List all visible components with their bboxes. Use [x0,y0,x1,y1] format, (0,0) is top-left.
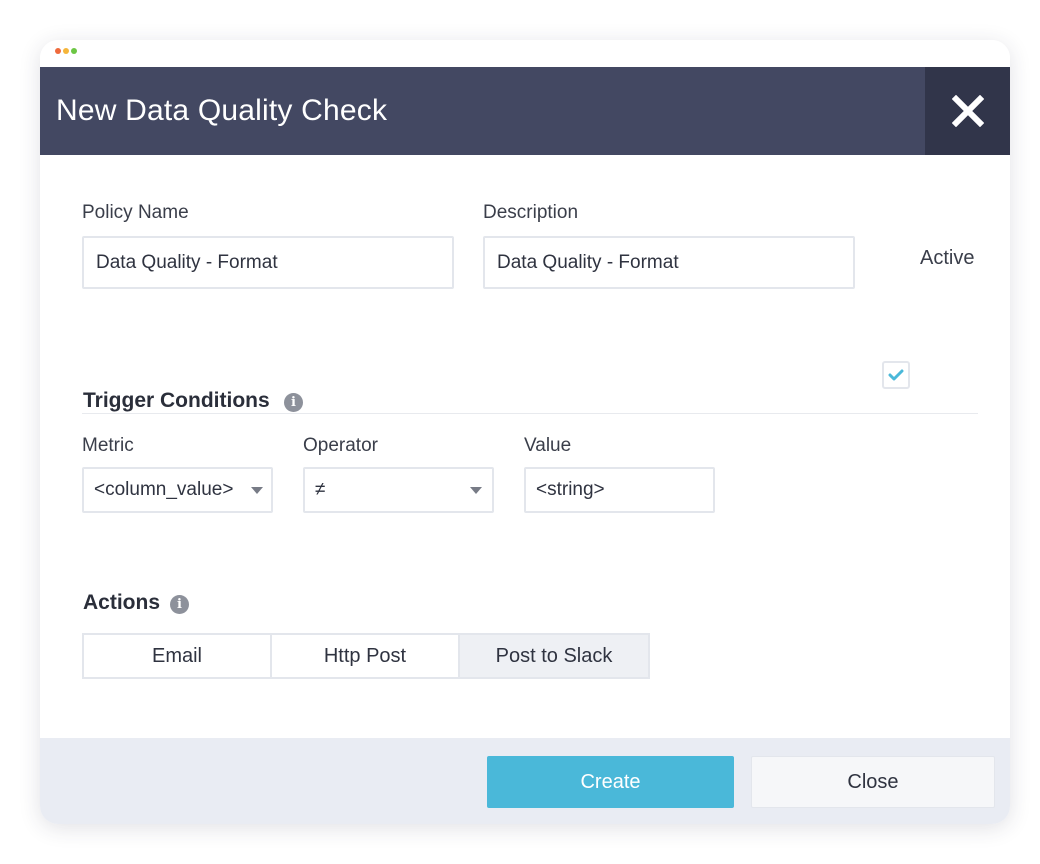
operator-select[interactable]: ≠ [303,467,494,513]
action-http-post-button[interactable]: Http Post [270,633,460,679]
trigger-info-icon[interactable]: i [284,393,303,412]
actions-info-icon[interactable]: i [170,595,189,614]
close-dialog-button[interactable] [925,67,1010,155]
operator-value: ≠ [315,479,326,500]
close-button[interactable]: Close [751,756,995,808]
dialog-header: New Data Quality Check [40,67,1010,155]
operator-label: Operator [303,435,378,456]
policy-name-input[interactable] [82,236,454,289]
description-input[interactable] [483,236,855,289]
create-button-label: Create [580,770,641,793]
action-email-label: Email [151,644,202,667]
close-icon [951,95,984,127]
value-label: Value [524,435,572,456]
policy-name-label: Policy Name [82,202,189,223]
chevron-down-icon [470,487,482,494]
window-dot-red [55,48,61,54]
create-button[interactable]: Create [487,756,734,808]
section-divider [82,413,978,414]
metric-select[interactable]: <column_value> [82,467,273,513]
action-post-to-slack-label: Post to Slack [495,644,613,667]
description-label: Description [483,202,579,223]
dialog-title: New Data Quality Check [56,94,388,127]
metric-value: <column_value> [94,479,234,500]
action-post-to-slack-button[interactable]: Post to Slack [458,633,650,679]
active-checkbox[interactable] [882,361,910,389]
window-titlebar [40,40,1010,67]
value-input[interactable] [524,467,715,513]
trigger-conditions-title: Trigger Conditions [83,389,270,412]
action-http-post-label: Http Post [323,644,407,667]
window-dot-green [71,48,77,54]
action-email-button[interactable]: Email [82,633,272,679]
dialog-footer: Create Close [40,738,1010,824]
metric-label: Metric [82,435,134,456]
window-dot-yellow [63,48,69,54]
actions-title: Actions [83,591,161,614]
chevron-down-icon [251,487,263,494]
dialog-window: New Data Quality Check Policy Name Descr… [40,40,1010,824]
close-button-label: Close [847,770,899,793]
active-label: Active [920,247,975,269]
check-icon [888,369,904,381]
